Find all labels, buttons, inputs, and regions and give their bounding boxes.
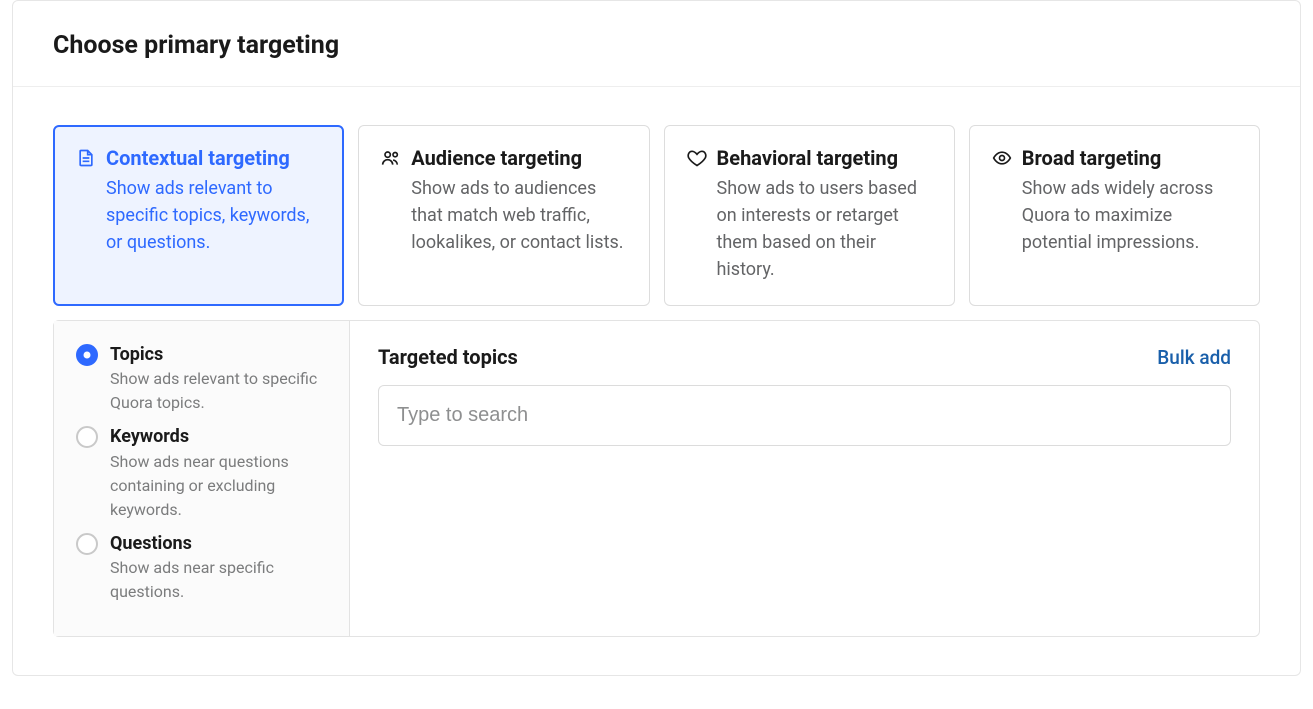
topics-search-input[interactable] [378,385,1231,446]
contextual-panel: Topics Show ads relevant to specific Quo… [53,320,1260,637]
radio-description: Show ads near questions containing or ex… [110,450,327,522]
document-icon [76,148,96,168]
card-header: Behavioral targeting [687,146,932,171]
card-broad-targeting[interactable]: Broad targeting Show ads widely across Q… [969,125,1260,306]
radio-item-topics[interactable]: Topics Show ads relevant to specific Quo… [76,343,327,415]
targeted-topics-main: Targeted topics Bulk add [350,321,1259,636]
radio-title: Keywords [110,425,327,448]
card-title: Broad targeting [1022,146,1162,171]
page-body: Contextual targeting Show ads relevant t… [13,87,1300,675]
eye-icon [992,148,1012,168]
card-description: Show ads relevant to specific topics, ke… [106,175,321,256]
radio-button[interactable] [76,533,98,555]
card-title: Contextual targeting [106,146,290,171]
card-header: Broad targeting [992,146,1237,171]
heart-icon [687,148,707,168]
radio-label: Questions Show ads near specific questio… [110,532,327,604]
main-header: Targeted topics Bulk add [378,345,1231,369]
bulk-add-link[interactable]: Bulk add [1157,346,1231,369]
targeting-container: Choose primary targeting Contextual targ… [12,0,1301,676]
main-title: Targeted topics [378,345,518,369]
radio-label: Keywords Show ads near questions contain… [110,425,327,521]
radio-item-questions[interactable]: Questions Show ads near specific questio… [76,532,327,604]
card-header: Audience targeting [381,146,626,171]
card-description: Show ads to audiences that match web tra… [411,175,626,256]
radio-button[interactable] [76,426,98,448]
contextual-subtype-sidebar: Topics Show ads relevant to specific Quo… [54,321,350,636]
targeting-cards-row: Contextual targeting Show ads relevant t… [53,125,1260,306]
card-description: Show ads widely across Quora to maximize… [1022,175,1237,256]
radio-label: Topics Show ads relevant to specific Quo… [110,343,327,415]
radio-item-keywords[interactable]: Keywords Show ads near questions contain… [76,425,327,521]
card-behavioral-targeting[interactable]: Behavioral targeting Show ads to users b… [664,125,955,306]
card-title: Behavioral targeting [717,146,899,171]
page-title: Choose primary targeting [53,31,1260,60]
radio-title: Topics [110,343,327,366]
card-audience-targeting[interactable]: Audience targeting Show ads to audiences… [358,125,649,306]
card-description: Show ads to users based on interests or … [717,175,932,283]
page-header: Choose primary targeting [13,1,1300,87]
radio-description: Show ads relevant to specific Quora topi… [110,367,327,415]
radio-description: Show ads near specific questions. [110,556,327,604]
people-icon [381,148,401,168]
radio-button[interactable] [76,344,98,366]
radio-title: Questions [110,532,327,555]
card-title: Audience targeting [411,146,582,171]
card-header: Contextual targeting [76,146,321,171]
card-contextual-targeting[interactable]: Contextual targeting Show ads relevant t… [53,125,344,306]
